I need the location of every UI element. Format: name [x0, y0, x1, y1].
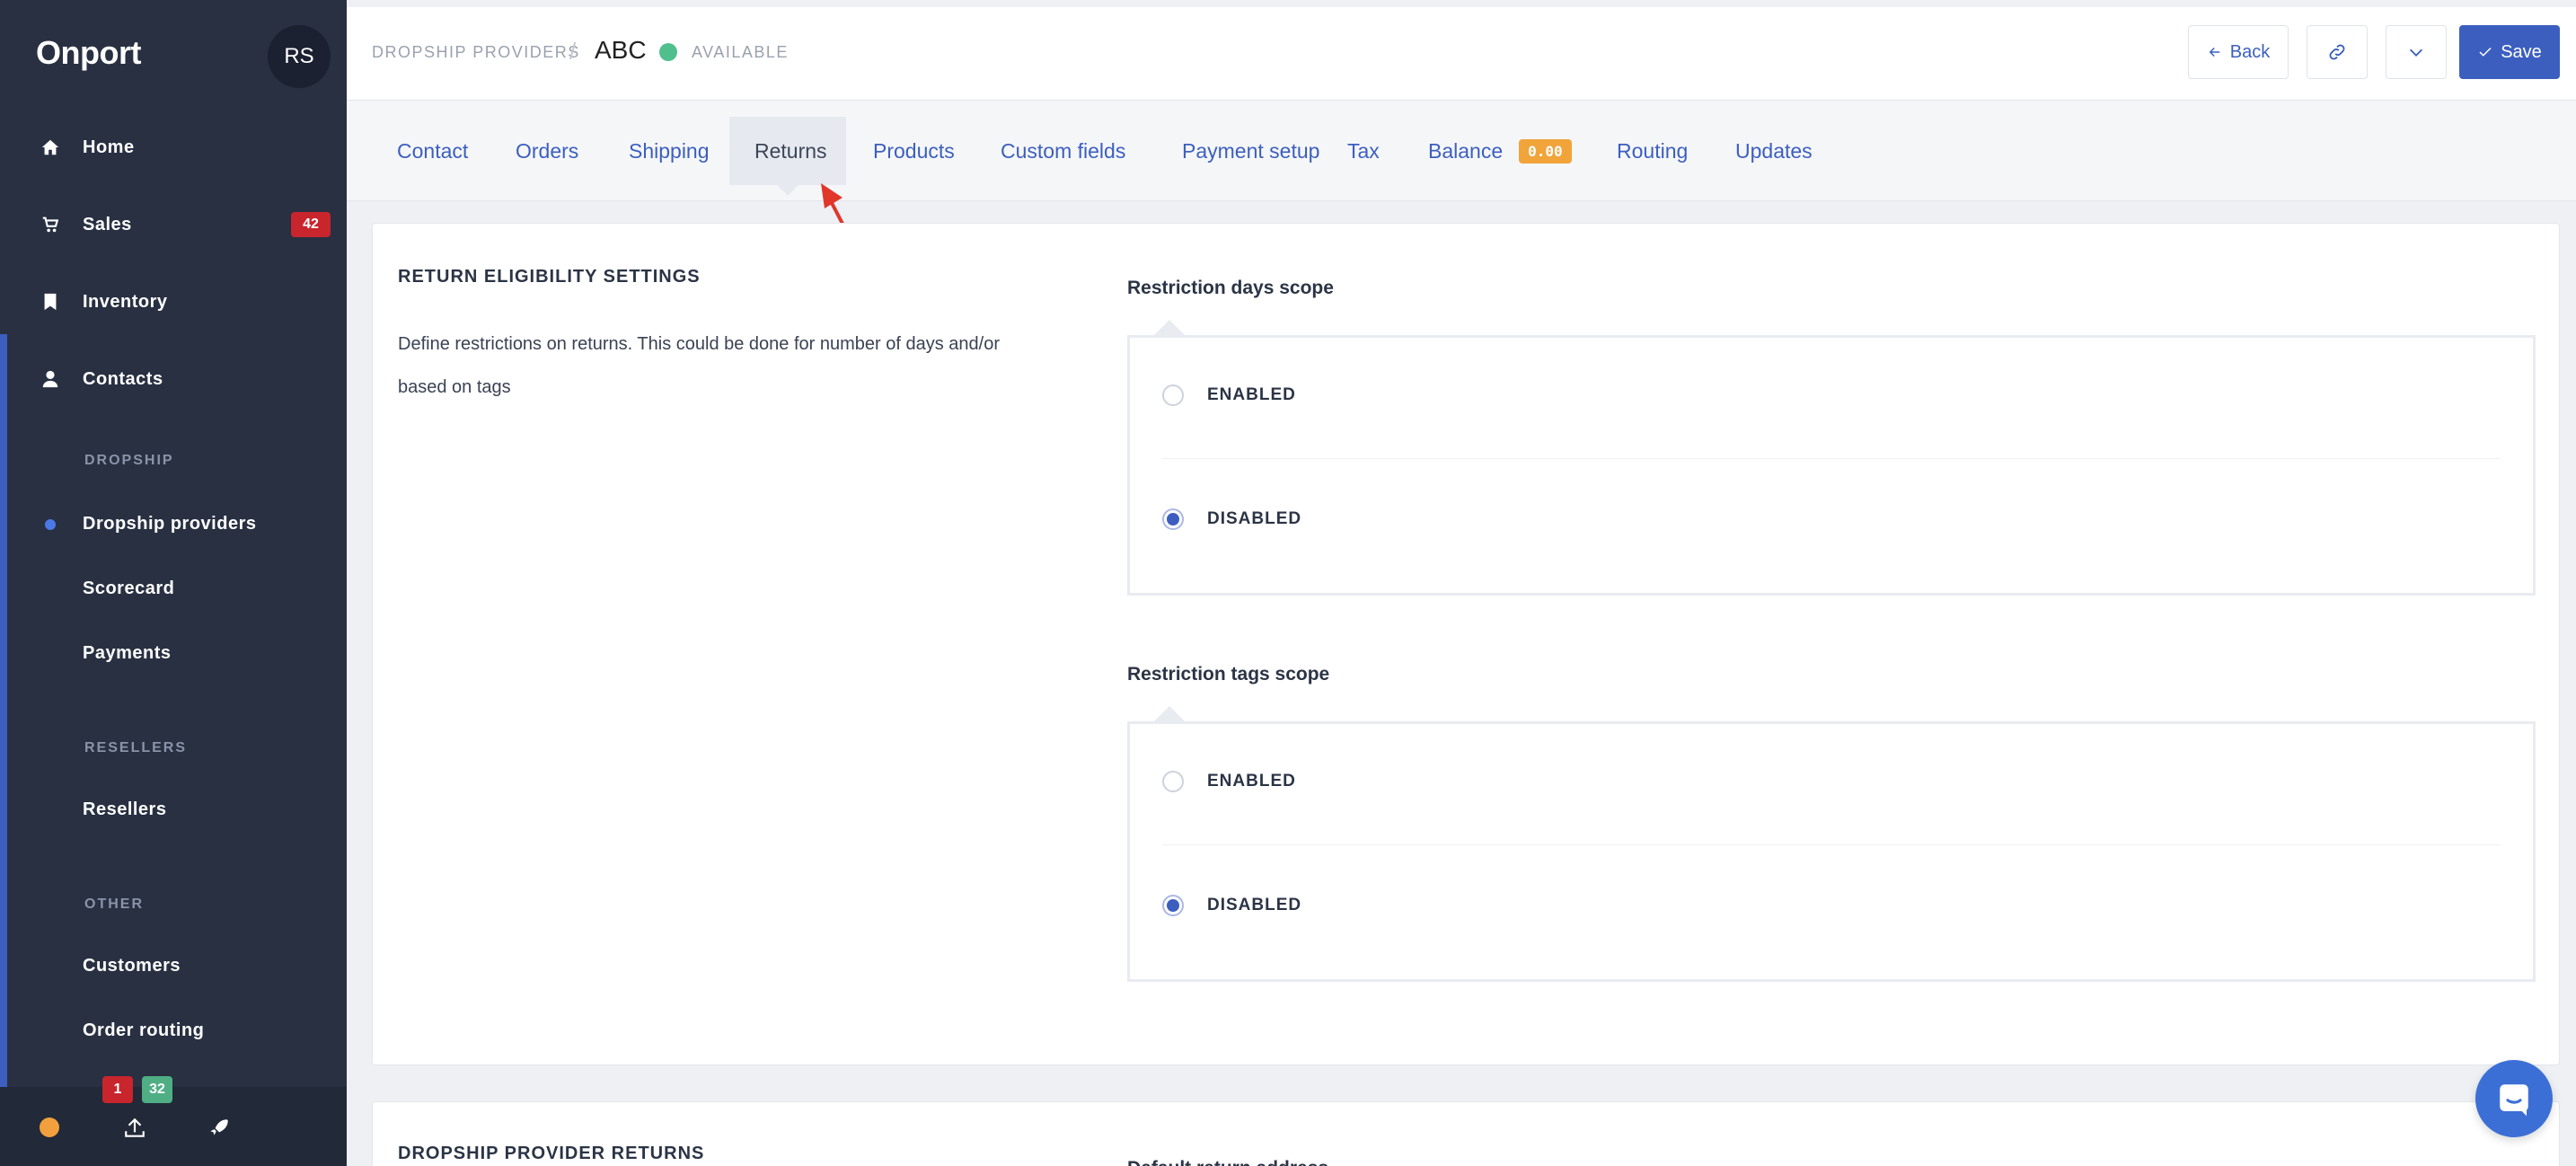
green-count-badge: 32 [142, 1076, 172, 1103]
status-dot [659, 43, 677, 61]
sidebar-item-contacts[interactable]: Contacts [40, 361, 163, 397]
sidebar-section-dropship: DROPSHIP [84, 453, 174, 468]
tab-orders[interactable]: Orders [490, 117, 604, 185]
red-count-badge: 1 [102, 1076, 133, 1103]
sidebar-item-label: Sales [83, 214, 132, 234]
status-badge: AVAILABLE [692, 43, 789, 61]
home-icon [40, 137, 61, 158]
default-return-address-label: Default return address [1127, 1158, 1328, 1166]
active-tab-caret [777, 185, 798, 196]
rocket-icon[interactable] [207, 1116, 232, 1141]
days-scope-enabled-option[interactable]: ENABLED [1162, 377, 1296, 413]
sidebar-section-resellers: RESELLERS [84, 740, 188, 755]
save-button[interactable]: Save [2459, 25, 2560, 79]
return-eligibility-card: RETURN ELIGIBILITY SETTINGS Define restr… [372, 223, 2560, 1065]
radio-button-selected[interactable] [1162, 895, 1184, 916]
link-button[interactable] [2307, 25, 2368, 79]
sidebar-item-label: Home [83, 137, 135, 157]
arrow-left-icon [2209, 47, 2220, 57]
cart-icon [40, 214, 61, 235]
tags-scope-disabled-option[interactable]: DISABLED [1162, 888, 1301, 923]
box-notch [1153, 706, 1186, 722]
section-description: Define restrictions on returns. This cou… [398, 334, 1000, 397]
breadcrumb[interactable]: DROPSHIP PROVIDERS [372, 43, 580, 62]
page-header: DROPSHIP PROVIDERS / ABC AVAILABLE Back … [347, 7, 2576, 101]
sidebar-item-scorecard[interactable]: Scorecard [83, 579, 174, 599]
tab-routing[interactable]: Routing [1592, 117, 1713, 185]
more-dropdown-button[interactable] [2386, 25, 2447, 79]
radio-button-selected[interactable] [1162, 508, 1184, 530]
option-label: ENABLED [1207, 385, 1296, 404]
radio-button[interactable] [1162, 771, 1184, 792]
tab-contact[interactable]: Contact [372, 117, 493, 185]
tab-balance[interactable]: Balance 0.00 [1403, 117, 1597, 185]
status-indicator[interactable] [40, 1117, 59, 1137]
sidebar-item-order-routing[interactable]: Order routing [83, 1020, 204, 1041]
sidebar-item-payments[interactable]: Payments [83, 643, 172, 664]
tab-balance-label: Balance [1428, 138, 1504, 163]
tab-tax[interactable]: Tax [1322, 117, 1405, 185]
sidebar-item-inventory[interactable]: Inventory [40, 284, 168, 320]
sidebar-item-label: Inventory [83, 291, 168, 312]
section-title: RETURN ELIGIBILITY SETTINGS [398, 267, 701, 287]
save-button-label: Save [2501, 41, 2542, 62]
brand-logo[interactable]: Onport [36, 34, 141, 72]
sidebar-item-dropship-providers[interactable]: Dropship providers [83, 514, 256, 534]
tags-scope-options: ENABLED DISABLED [1127, 706, 2536, 982]
sidebar-item-sales[interactable]: Sales [40, 207, 132, 243]
option-divider [1162, 458, 2501, 459]
sidebar-section-other: OTHER [84, 897, 144, 912]
balance-badge: 0.00 [1519, 138, 1572, 163]
sidebar-item-resellers[interactable]: Resellers [83, 799, 166, 820]
tab-returns[interactable]: Returns [729, 117, 846, 196]
sales-count-badge: 42 [291, 212, 331, 237]
radio-button[interactable] [1162, 384, 1184, 406]
tab-returns-label: Returns [754, 138, 827, 163]
back-button[interactable]: Back [2188, 25, 2289, 79]
option-label: DISABLED [1207, 509, 1302, 528]
tab-shipping[interactable]: Shipping [604, 117, 735, 185]
tab-custom-fields[interactable]: Custom fields [975, 117, 1151, 185]
check-icon [2479, 47, 2492, 57]
box-notch [1153, 320, 1186, 336]
days-scope-label: Restriction days scope [1127, 278, 1334, 298]
tab-updates[interactable]: Updates [1710, 117, 1838, 185]
days-scope-options: ENABLED DISABLED [1127, 320, 2536, 596]
days-scope-disabled-option[interactable]: DISABLED [1162, 501, 1301, 537]
breadcrumb-separator: / [569, 38, 577, 65]
back-button-label: Back [2229, 41, 2271, 62]
chat-icon [2500, 1084, 2528, 1117]
tags-scope-label: Restriction tags scope [1127, 664, 1330, 685]
sidebar: Onport RS Home Sales 42 Inventory Contac… [0, 0, 347, 1166]
sidebar-item-customers[interactable]: Customers [83, 956, 181, 976]
page-title: ABC [595, 36, 647, 64]
provider-returns-card: DROPSHIP PROVIDER RETURNS Default return… [372, 1101, 2560, 1166]
bookmark-icon [40, 291, 61, 313]
tab-products[interactable]: Products [848, 117, 980, 185]
sidebar-accent-bar [0, 334, 7, 1091]
active-item-dot [45, 519, 56, 530]
chevron-down-icon [2409, 49, 2423, 57]
link-icon [2329, 44, 2345, 60]
upload-icon[interactable] [122, 1116, 147, 1141]
avatar[interactable]: RS [268, 25, 331, 88]
chat-widget-button[interactable] [2475, 1060, 2553, 1137]
section-title: DROPSHIP PROVIDER RETURNS [398, 1144, 705, 1163]
tags-scope-enabled-option[interactable]: ENABLED [1162, 764, 1296, 799]
option-label: DISABLED [1207, 896, 1302, 914]
option-label: ENABLED [1207, 772, 1296, 791]
tab-payment-setup[interactable]: Payment setup [1157, 117, 1345, 185]
option-divider [1162, 844, 2501, 845]
sidebar-item-label: Contacts [83, 368, 163, 389]
person-icon [40, 368, 61, 390]
sidebar-item-home[interactable]: Home [40, 129, 135, 165]
tab-bar: Contact Orders Shipping Returns Products… [347, 101, 2576, 201]
